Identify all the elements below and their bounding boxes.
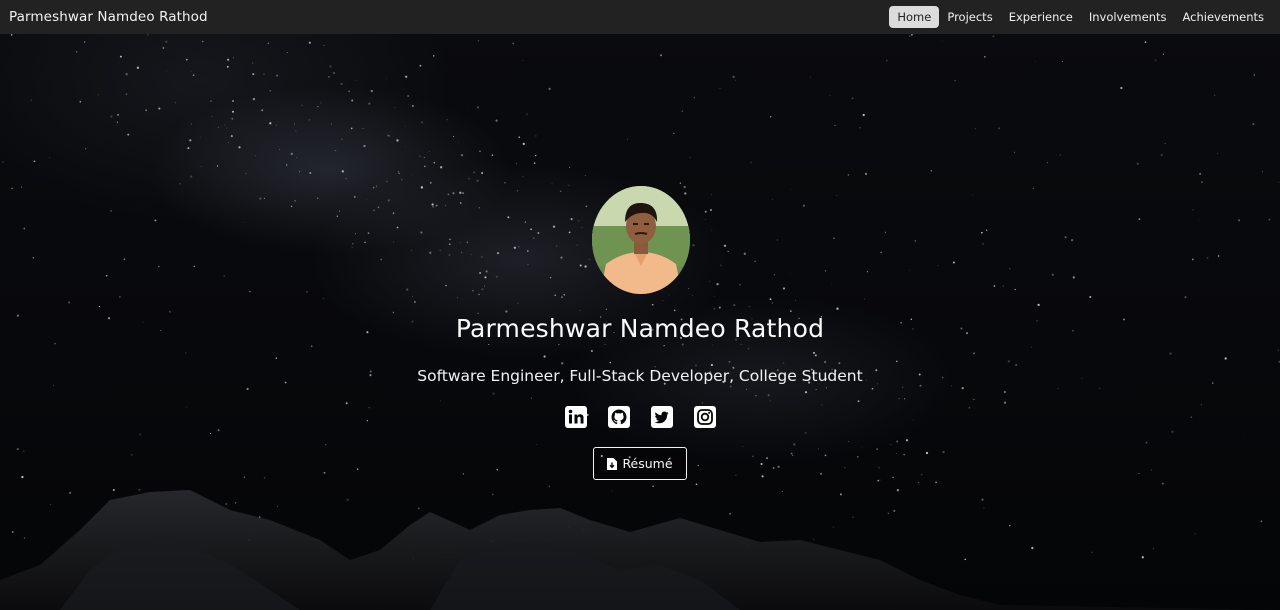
mountain-silhouette <box>0 490 1280 610</box>
file-download-icon <box>607 457 618 470</box>
nav-link-experience[interactable]: Experience <box>1001 6 1081 28</box>
profile-section: Parmeshwar Namdeo Rathod Software Engine… <box>0 186 1280 480</box>
resume-label: Résumé <box>622 456 673 471</box>
top-navbar: Parmeshwar Namdeo Rathod Home Projects E… <box>0 0 1280 34</box>
github-icon[interactable] <box>607 405 631 429</box>
avatar-photo <box>592 186 690 294</box>
nav-link-involvements[interactable]: Involvements <box>1081 6 1175 28</box>
profile-name: Parmeshwar Namdeo Rathod <box>455 314 825 343</box>
twitter-icon[interactable] <box>650 405 674 429</box>
nav-link-home[interactable]: Home <box>889 6 940 28</box>
social-links <box>564 405 717 429</box>
nav-links: Home Projects Experience Involvements Ac… <box>889 6 1272 28</box>
avatar <box>592 186 690 294</box>
nav-link-achievements[interactable]: Achievements <box>1175 6 1273 28</box>
site-brand[interactable]: Parmeshwar Namdeo Rathod <box>9 9 208 25</box>
profile-subtitle: Software Engineer, Full-Stack Developer,… <box>417 367 863 385</box>
resume-button[interactable]: Résumé <box>593 447 687 480</box>
linkedin-icon[interactable] <box>564 405 588 429</box>
nav-link-projects[interactable]: Projects <box>939 6 1000 28</box>
instagram-icon[interactable] <box>693 405 717 429</box>
